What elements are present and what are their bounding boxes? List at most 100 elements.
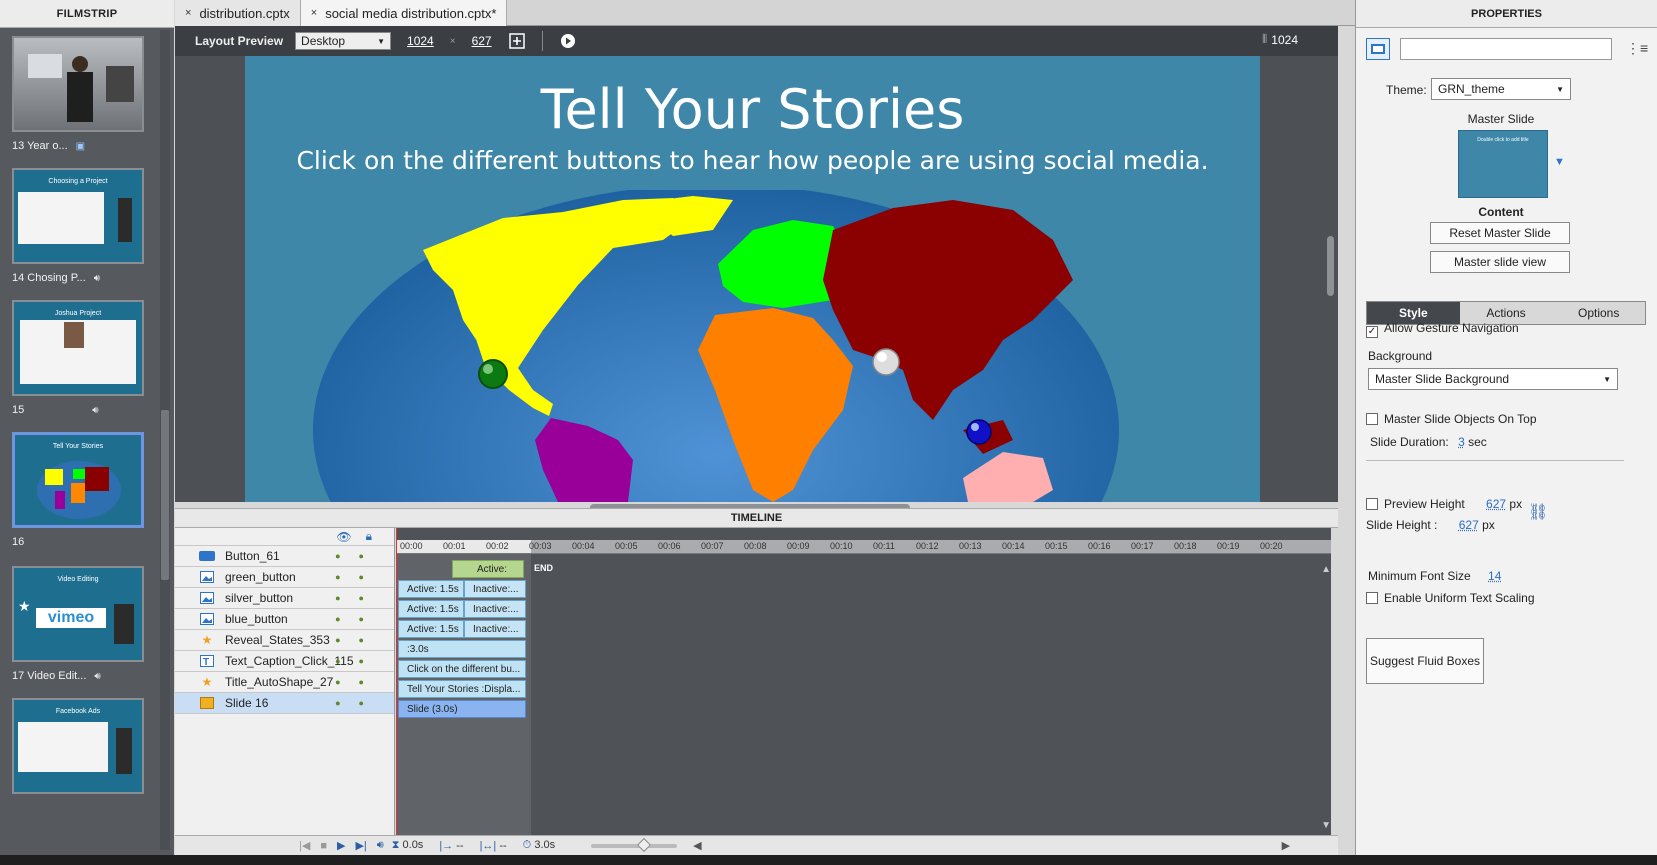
tab-options[interactable]: Options [1552,302,1645,324]
silver-button-active-bar[interactable]: Active: 1.5s [398,600,464,618]
allow-gesture-checkbox[interactable]: ✓ [1366,326,1378,338]
layer-row[interactable]: ★ Reveal_States_353 ●● [175,630,394,651]
visibility-lock-dots[interactable]: ●● [335,635,382,645]
scroll-thumb[interactable] [161,410,169,580]
slide-height-label: Slide Height : [1366,518,1438,532]
preview-width-value[interactable]: 1024 [401,34,440,48]
visibility-lock-dots[interactable]: ●● [335,656,382,666]
visibility-lock-dots[interactable]: ●● [335,677,382,687]
layer-row[interactable]: blue_button ●● [175,609,394,630]
filmstrip-slide-16[interactable]: Tell Your Stories 16 [12,432,144,548]
visibility-lock-dots[interactable]: ●● [335,551,382,561]
layer-name: Slide 16 [225,696,269,710]
world-map-image[interactable] [313,190,1119,502]
button-61-bar[interactable]: Active: [452,560,524,578]
blue-button-active-bar[interactable]: Active: 1.5s [398,620,464,638]
layer-row[interactable]: ★ Title_AutoShape_27 ●● [175,672,394,693]
scroll-up-icon[interactable]: ▲ [1321,564,1331,575]
master-slide-view-button[interactable]: Master slide view [1430,251,1570,273]
blue-button-inactive-bar[interactable]: Inactive:... [464,620,526,638]
theme-dropdown[interactable]: GRN_theme ▼ [1431,78,1571,100]
slide-duration-value[interactable]: 3 [1458,435,1465,449]
object-name-input[interactable] [1400,38,1612,60]
min-font-value[interactable]: 14 [1488,569,1501,583]
filmstrip-title: FILMSTRIP [0,0,174,28]
layer-name: Button_61 [225,549,280,563]
link-height-icon[interactable]: ⛓︎ [1528,502,1548,522]
layer-name: green_button [225,570,296,584]
star-icon: ★ [201,633,213,647]
slide-16-canvas[interactable]: Tell Your Stories Click on the different… [245,56,1260,502]
layer-row[interactable]: Button_61 ●● [175,546,394,567]
filmstrip-slide-17[interactable]: Video Editing vimeo ★ 17 Video Edit... 🔊… [12,566,144,682]
filmstrip-scrollbar[interactable] [160,30,170,850]
timeline-ruler[interactable]: 00:00 00:01 00:02 00:03 00:04 00:05 00:06 00:07… [396,540,1331,554]
playhead[interactable] [396,528,397,835]
suggest-fluid-boxes-button[interactable]: Suggest Fluid Boxes [1366,638,1484,684]
filmstrip-slide-13[interactable]: 13 Year o... ▣ [12,36,144,152]
visibility-lock-dots[interactable]: ●● [335,572,382,582]
green-button-inactive-bar[interactable]: Inactive:... [464,580,526,598]
close-icon[interactable]: × [185,7,191,19]
slide-title[interactable]: Tell Your Stories [245,78,1260,141]
visibility-lock-dots[interactable]: ●● [335,698,382,708]
slide-thumbnail: Joshua Project [12,300,144,396]
preview-height-value[interactable]: 627 [466,34,498,48]
panel-menu-icon[interactable]: ⋮≡ [1626,40,1648,57]
layer-row[interactable]: silver_button ●● [175,588,394,609]
uniform-text-checkbox[interactable] [1366,592,1378,604]
visibility-lock-dots[interactable]: ●● [335,593,382,603]
filmstrip-slide-14[interactable]: Choosing a Project 14 Chosing P... 🔊︎ [12,168,144,284]
add-breakpoint-icon[interactable] [508,32,526,50]
text-caption-bar[interactable]: Click on the different bu... [398,660,526,678]
zoom-knob[interactable] [637,837,652,852]
master-slide-thumbnail[interactable]: Double click to add title [1458,130,1548,198]
scroll-right-icon[interactable]: ▶ [1282,839,1290,852]
button-icon [199,550,215,562]
layer-row-selected[interactable]: Slide 16 ●● [175,693,394,714]
stop-icon[interactable]: ■ [320,840,327,852]
filmstrip-slide-18[interactable]: Facebook Ads [12,698,144,794]
green-button-active-bar[interactable]: Active: 1.5s [398,580,464,598]
timeline-zoom-slider[interactable] [591,837,678,852]
master-objects-top-checkbox[interactable] [1366,413,1378,425]
timeline-track-area[interactable]: 00:00 00:01 00:02 00:03 00:04 00:05 00:06 00:07… [396,528,1331,835]
slide-height-value[interactable]: 627 [1459,518,1479,532]
breakpoint-handle-icon[interactable]: ⦀ [1262,32,1267,47]
play-icon[interactable] [559,32,577,50]
forward-icon[interactable]: ▶| [355,839,366,852]
rewind-icon[interactable]: |◀ [299,839,310,852]
reveal-states-bar[interactable]: :3.0s [398,640,526,658]
ruler-tick-label: 00:19 [1217,541,1240,551]
play-icon[interactable]: ▶ [337,839,345,852]
slide-subtitle[interactable]: Click on the different buttons to hear h… [245,146,1260,175]
image-icon [199,592,215,604]
filmstrip-slide-15[interactable]: Joshua Project 15 🔊︎ [12,300,144,416]
silver-button-inactive-bar[interactable]: Inactive:... [464,600,526,618]
times-symbol: × [449,35,456,47]
layout-preview-bar: Layout Preview Desktop ▼ 1024 × 627 ⦀ 10… [175,26,1338,56]
lock-icon[interactable]: 🔒︎ [366,529,372,544]
background-dropdown[interactable]: Master Slide Background ▼ [1368,368,1618,390]
visibility-lock-dots[interactable]: ●● [335,614,382,624]
content-label: Content [1478,205,1524,219]
title-autoshape-bar[interactable]: Tell Your Stories :Displa... [398,680,526,698]
device-dropdown[interactable]: Desktop ▼ [295,32,392,50]
preview-height-checkbox[interactable] [1366,498,1378,510]
stage-vertical-scrollbar[interactable] [1327,236,1334,296]
audio-icon[interactable]: 🔊︎ [377,839,384,852]
layer-row[interactable]: T Text_Caption_Click_115 ●● [175,651,394,672]
slide-style-icon[interactable] [1366,38,1390,60]
scroll-down-icon[interactable]: ▼ [1321,820,1331,831]
preview-height-value[interactable]: 627 [1486,497,1506,511]
tab-social-media-distribution[interactable]: × social media distribution.cptx* [300,0,508,26]
eye-icon[interactable]: 👁︎ [336,530,351,544]
slide-bar[interactable]: Slide (3.0s) [398,700,526,718]
close-icon[interactable]: × [311,7,317,19]
scroll-left-icon[interactable]: ◀ [693,839,701,852]
tab-distribution[interactable]: × distribution.cptx [175,0,301,26]
master-slide-dropdown-icon[interactable]: ▼ [1554,156,1565,168]
reset-master-slide-button[interactable]: Reset Master Slide [1430,222,1570,244]
layer-row[interactable]: green_button ●● [175,567,394,588]
current-time: 0.0s [402,839,424,851]
